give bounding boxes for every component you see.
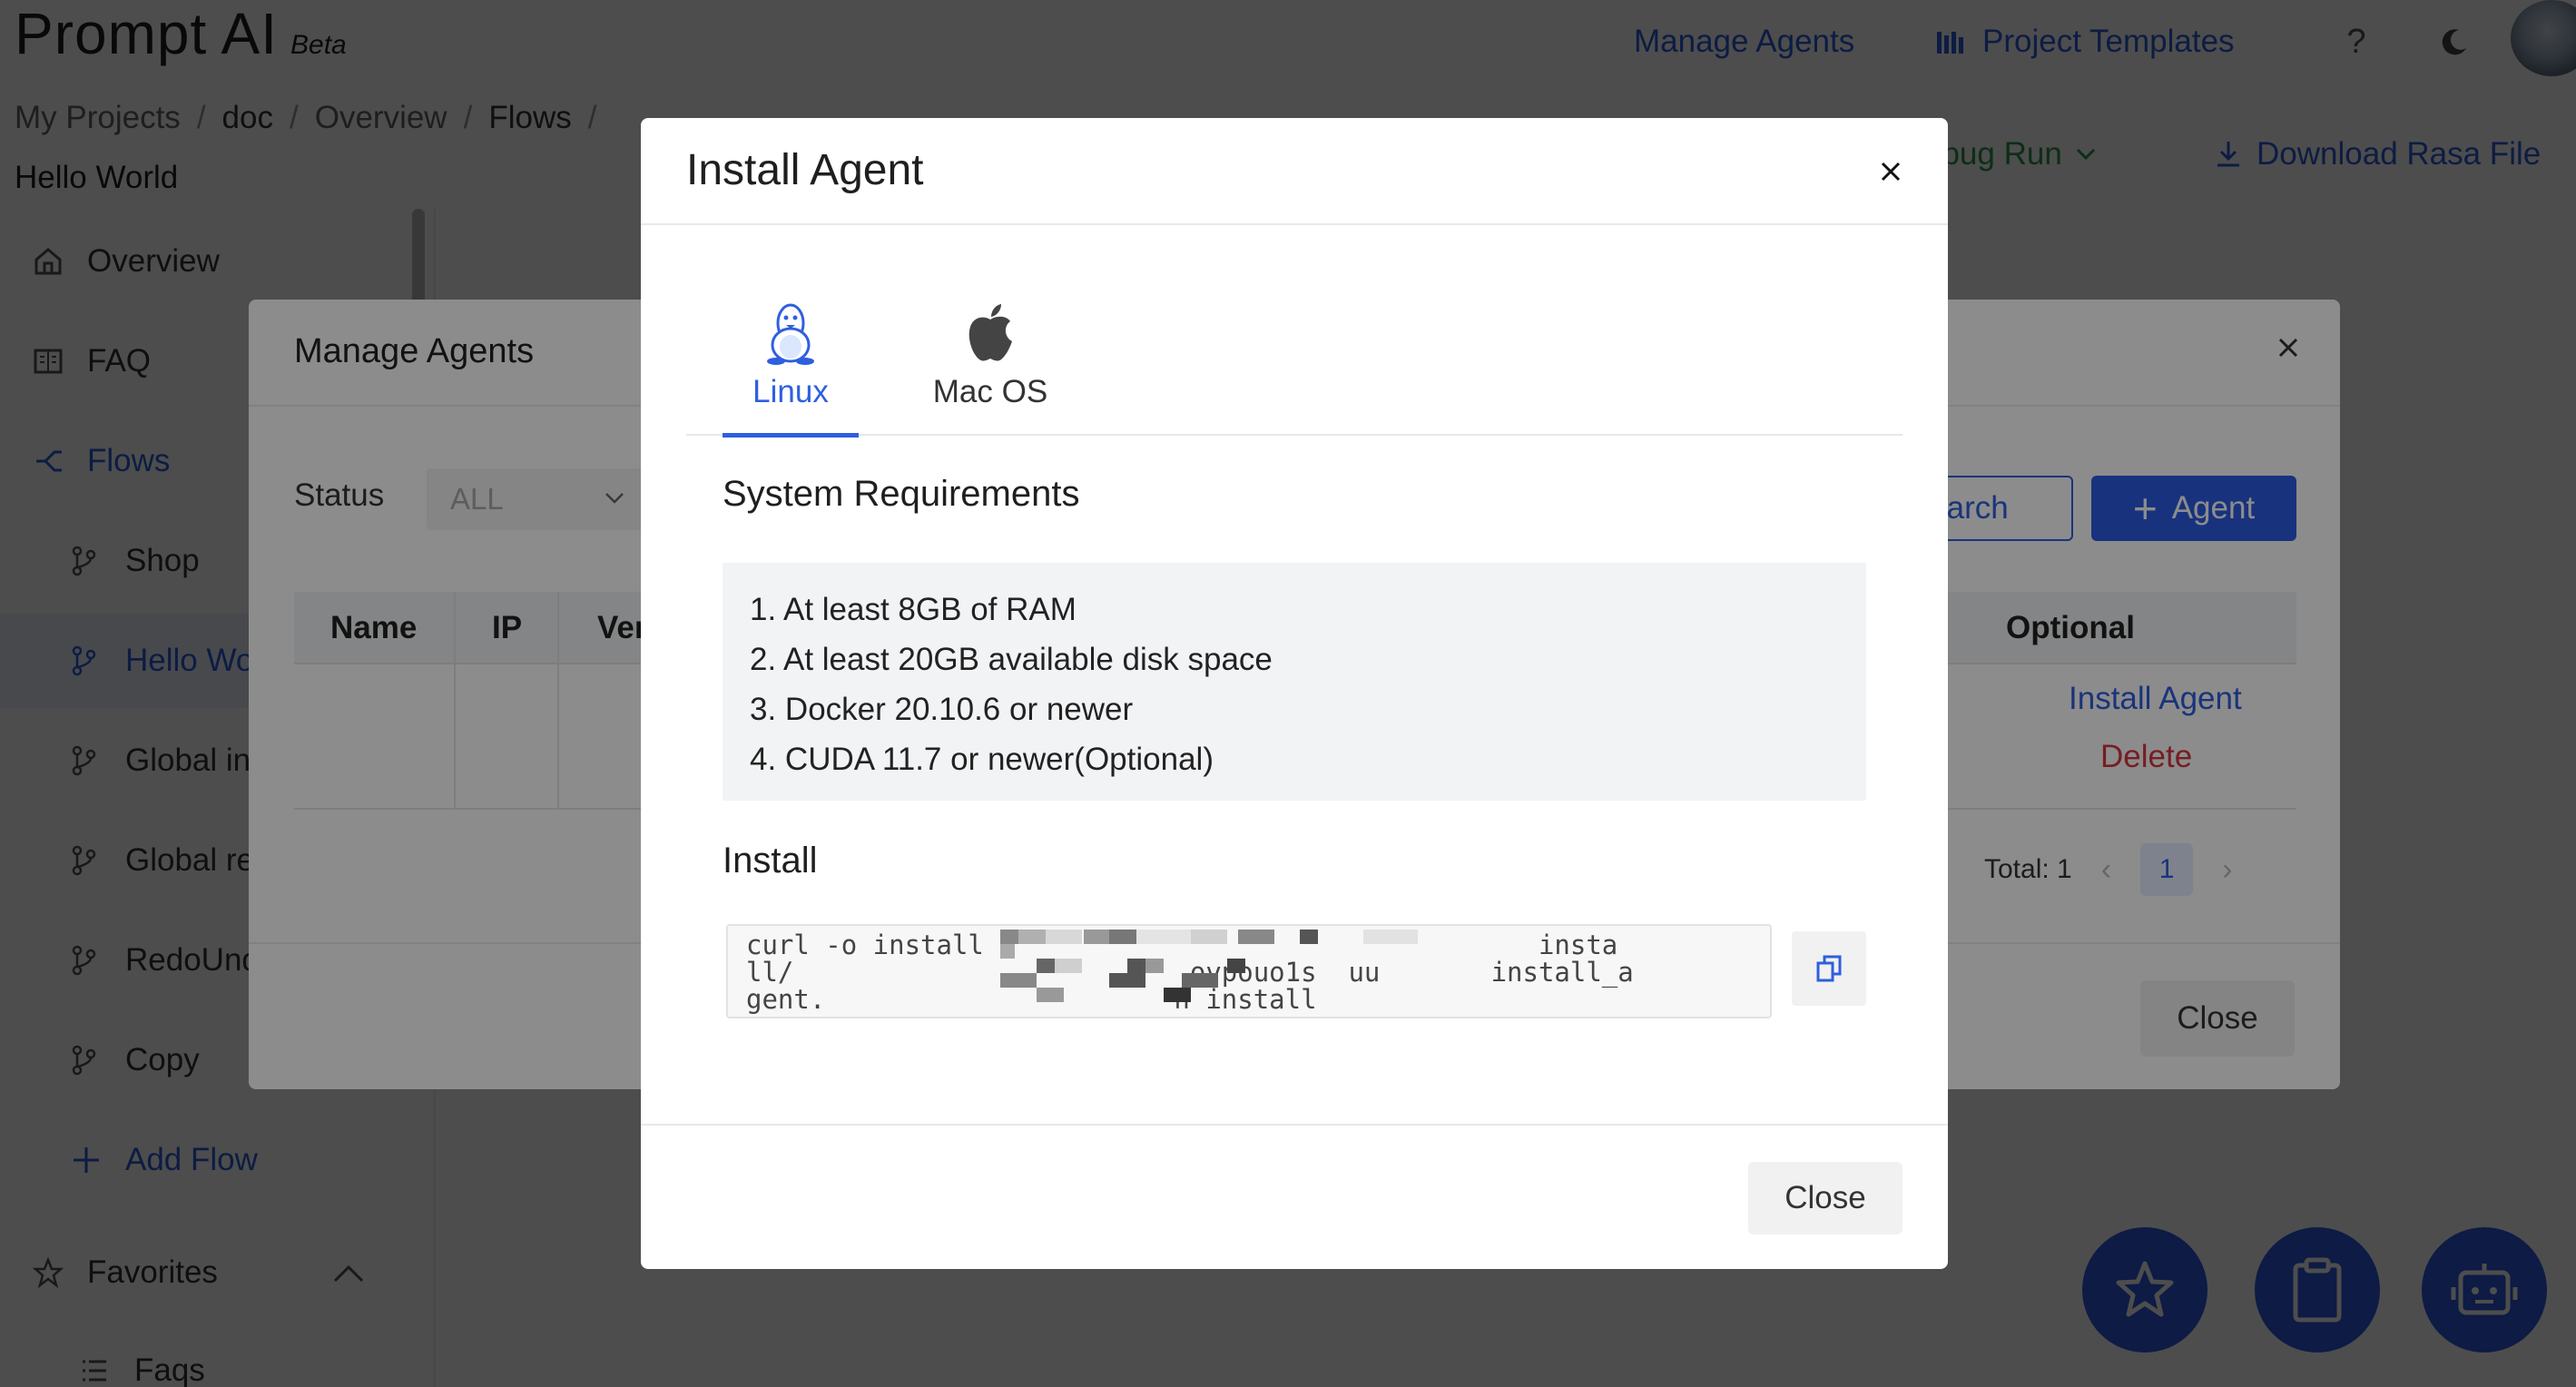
install-agent-title: Install Agent bbox=[686, 146, 924, 194]
tab-macos[interactable]: Mac OS bbox=[922, 298, 1058, 436]
active-tab-indicator bbox=[723, 433, 859, 438]
copy-icon bbox=[1815, 954, 1843, 983]
requirements-list: 1. At least 8GB of RAM 2. At least 20GB … bbox=[723, 563, 1866, 801]
close-button[interactable]: Close bbox=[1748, 1162, 1903, 1235]
linux-penguin-icon bbox=[762, 300, 819, 367]
install-title: Install bbox=[723, 841, 818, 880]
install-agent-header: Install Agent bbox=[641, 118, 1948, 225]
tab-label: Mac OS bbox=[932, 374, 1048, 409]
list-item: 1. At least 8GB of RAM bbox=[750, 592, 1077, 627]
list-item: 3. Docker 20.10.6 or newer bbox=[750, 692, 1134, 727]
install-agent-modal: Install Agent Linux Mac OS System Requir… bbox=[641, 118, 1948, 1269]
apple-icon bbox=[965, 300, 1016, 367]
tab-linux[interactable]: Linux bbox=[723, 298, 859, 438]
os-tabs: Linux Mac OS bbox=[686, 298, 1903, 438]
modal-divider bbox=[641, 1124, 1948, 1126]
close-icon[interactable] bbox=[1879, 160, 1903, 183]
redacted-mosaic bbox=[1000, 930, 1418, 1002]
list-item: 2. At least 20GB available disk space bbox=[750, 642, 1273, 677]
copy-button[interactable] bbox=[1792, 931, 1866, 1006]
tab-label: Linux bbox=[752, 374, 829, 409]
list-item: 4. CUDA 11.7 or newer(Optional) bbox=[750, 742, 1214, 777]
requirements-title: System Requirements bbox=[723, 474, 1080, 514]
install-command-box[interactable]: curl -o install insta ll/ ovpouo1s uu in… bbox=[726, 924, 1772, 1018]
close-label: Close bbox=[1785, 1180, 1866, 1215]
